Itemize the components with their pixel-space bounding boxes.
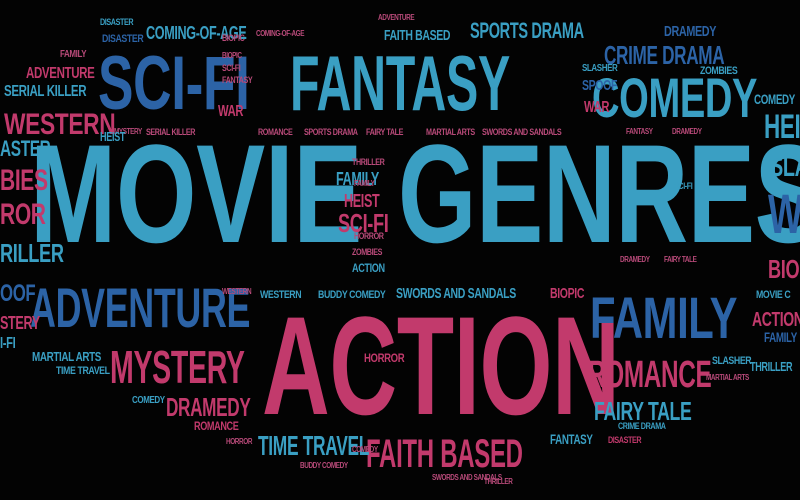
word-disaster-tiny: DISASTER <box>608 435 642 445</box>
word-fragment-left-3: ROR <box>0 198 46 231</box>
word-thriller-tiny2: THRILLER <box>484 477 513 486</box>
word-western-tiny: WESTERN <box>222 287 252 296</box>
word-fragment-left-4: RILLER <box>0 238 64 268</box>
word-coming-tiny: COMING-OF-AGE <box>256 29 305 38</box>
word-disaster: DISASTER <box>102 33 144 45</box>
word-action-right: ACTION <box>752 309 800 331</box>
word-faith-based: FAITH BASED <box>366 432 523 476</box>
word-sports-drama: SPORTS DRAMA <box>470 18 584 43</box>
word-fairy-tale-right: FAIRY TALE <box>664 255 697 264</box>
word-adventure-left: ADVENTURE <box>26 65 95 82</box>
word-swords-and-sandals: SWORDS AND SANDALS <box>396 285 516 302</box>
word-scifi-right: SCI-FI <box>674 181 693 191</box>
word-thriller: THRILLER <box>750 359 793 374</box>
word-family-tl: FAMILY <box>60 49 87 60</box>
word-disaster-top: DISASTER <box>100 17 134 27</box>
word-horror-tiny: HORROR <box>354 231 384 241</box>
word-scifi-tiny: SCI-FI <box>222 63 241 73</box>
word-movie: MOVIE <box>30 115 363 272</box>
word-slasher: SLASHER <box>582 63 618 74</box>
word-fragment-right-5: FAMILY <box>764 329 797 345</box>
word-fantasy-tiny: FANTASY <box>222 75 253 85</box>
word-slasher-right: SLASHER <box>712 355 752 367</box>
word-horror: HORROR <box>364 351 405 365</box>
word-thriller-tiny: THRILLER <box>352 157 385 167</box>
word-war: WAR <box>584 99 610 116</box>
word-cloud: MOVIE GENRES ACTION SCI-FI FANTASY COMED… <box>0 0 800 500</box>
word-biopic-tiny: BIOPIC <box>222 33 245 43</box>
word-fragment-right-4: W <box>768 182 800 245</box>
word-martial-arts-right: MARTIAL ARTS <box>706 373 749 382</box>
word-horror-left: HORROR <box>226 437 253 446</box>
word-heist-right: HEI <box>764 108 800 146</box>
word-adventure-top: ADVENTURE <box>378 13 415 22</box>
word-fantasy-small: FANTASY <box>550 431 593 447</box>
word-genres: GENRES <box>398 115 800 272</box>
word-action-tiny: ACTION <box>352 261 385 275</box>
word-biopic: BIOPIC <box>550 285 585 302</box>
word-fragment-right-2: SLAS <box>770 150 800 183</box>
word-biopic-right: BIO <box>768 254 800 284</box>
word-family-tiny: FAMILY <box>354 179 375 188</box>
word-fragment-left-6: STERY <box>0 313 40 333</box>
word-dramedy: DRAMEDY <box>166 392 251 422</box>
word-time-travel-left: TIME TRAVEL <box>56 365 110 377</box>
word-biopic-tiny2: BIOPIC <box>222 51 242 60</box>
word-fairy-tale-tiny: FAIRY TALE <box>366 127 404 137</box>
word-fragment-left-5: OOF <box>0 280 36 307</box>
word-comedy-left: COMEDY <box>132 395 165 406</box>
word-fantasy: FANTASY <box>290 39 510 127</box>
word-dramedy-top: DRAMEDY <box>664 23 717 40</box>
word-romance-left: ROMANCE <box>194 419 239 433</box>
word-action: ACTION <box>262 287 620 444</box>
word-comedy-tiny: COMEDY <box>352 445 378 454</box>
word-buddy-comedy-tiny: BUDDY COMEDY <box>300 461 348 470</box>
word-dramedy-tiny: DRAMEDY <box>672 127 702 136</box>
word-martial-arts-tiny: MARTIAL ARTS <box>426 127 475 137</box>
word-crime-drama-tiny: CRIME DRAMA <box>618 421 666 431</box>
word-serial-killer-tiny: SERIAL KILLER <box>146 127 196 137</box>
word-fragment-left-2: BIES <box>0 164 48 197</box>
word-zombies: ZOMBIES <box>700 65 738 77</box>
word-fragment-left-1: ASTER <box>0 136 51 161</box>
word-mystery: MYSTERY <box>110 341 245 393</box>
word-family: FAMILY <box>590 286 738 351</box>
word-swords-tiny: SWORDS AND SANDALS <box>482 127 562 137</box>
word-dramedy-right: DRAMEDY <box>620 255 650 264</box>
word-war-tiny: WAR <box>218 103 244 120</box>
word-western-small: WESTERN <box>260 289 302 301</box>
word-serial-killer: SERIAL KILLER <box>4 83 87 100</box>
word-comedy-right: COMEDY <box>754 91 795 107</box>
word-romance: ROMANCE <box>588 354 712 396</box>
word-movie-c: MOVIE C <box>756 289 791 301</box>
word-fragment-left-7: I-FI <box>0 335 16 352</box>
word-sports-drama-tiny: SPORTS DRAMA <box>304 127 358 137</box>
word-zombies-tiny: ZOMBIES <box>352 247 383 257</box>
word-martial-arts: MARTIAL ARTS <box>32 349 101 364</box>
word-fantasy-tiny2: FANTASY <box>626 127 653 136</box>
word-buddy-comedy: BUDDY COMEDY <box>318 289 386 301</box>
word-spoof: SPOOF <box>582 77 618 94</box>
word-adventure: ADVENTURE <box>30 276 251 339</box>
word-faith-based-top: FAITH BASED <box>384 27 451 44</box>
word-heist-tiny: HEIST <box>100 129 126 144</box>
word-romance-tiny: ROMANCE <box>258 127 293 137</box>
